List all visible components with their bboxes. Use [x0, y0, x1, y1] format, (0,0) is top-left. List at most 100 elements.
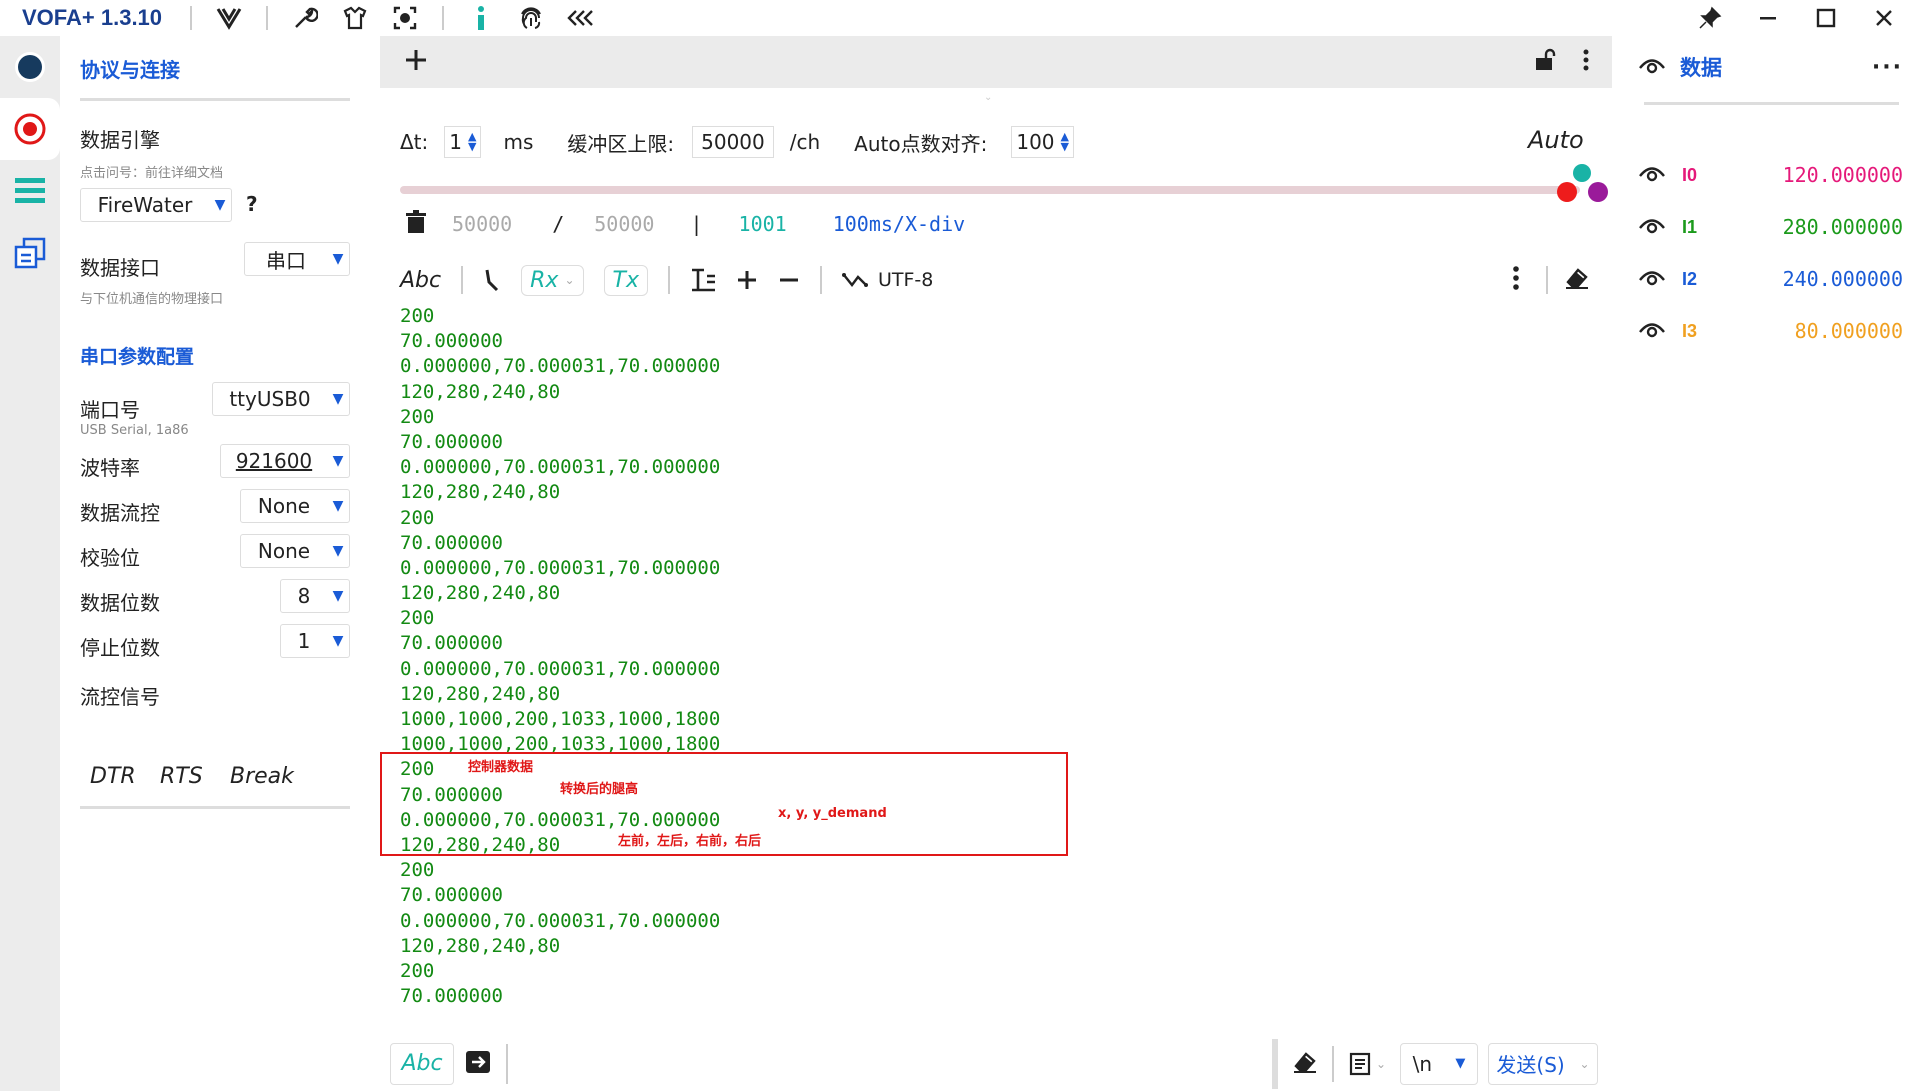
wrench-icon[interactable] [290, 3, 320, 33]
eye-icon[interactable] [1638, 55, 1666, 79]
console-line: 0.000000,70.000031,70.000000 [400, 355, 721, 378]
baud-dropdown[interactable]: 921600 ▼ [220, 444, 350, 478]
text-mode-button[interactable]: Abc [400, 268, 441, 293]
toolbar-divider [190, 6, 192, 30]
clear-input-icon[interactable] [1292, 1050, 1318, 1078]
baud-value: 921600 [235, 449, 313, 473]
info-icon[interactable] [466, 3, 496, 33]
main-area: ⌄ Δt: 1 ▲ ▼ ms 缓冲区上限: 50000 /ch Auto点数对齐:… [380, 36, 1612, 1091]
console-line: 120,280,240,80 [400, 380, 561, 403]
console-line: 200 [400, 305, 435, 327]
console-line: 0.000000,70.000031,70.000000 [400, 657, 721, 680]
trash-icon[interactable] [404, 209, 428, 240]
zoom-in-icon[interactable] [736, 269, 758, 291]
buffer-label: 缓冲区上限: [567, 131, 675, 156]
toolbar-divider [1546, 266, 1548, 294]
encoding-icon[interactable] [841, 269, 868, 291]
rts-toggle[interactable]: RTS [160, 764, 203, 789]
port-dropdown[interactable]: ttyUSB0 ▼ [212, 382, 350, 416]
sidebar-item-protocol[interactable] [0, 98, 60, 160]
send-mode-button[interactable]: Abc [390, 1042, 454, 1085]
app-title: VOFA+ 1.3.10 [22, 5, 163, 30]
send-file-icon[interactable] [464, 1049, 492, 1079]
port-label: 端口号 [80, 398, 140, 422]
maximize-icon[interactable] [1811, 3, 1841, 33]
databits-value: 8 [297, 584, 311, 608]
history-button[interactable]: ⌄ [1348, 1051, 1386, 1077]
parity-dropdown[interactable]: None ▼ [240, 534, 350, 568]
buffer-input[interactable]: 50000 [692, 126, 774, 158]
eye-icon[interactable] [1638, 319, 1666, 343]
channel-row[interactable]: I3 80.000000 [1638, 314, 1903, 348]
channel-row[interactable]: I0 120.000000 [1638, 158, 1903, 192]
chevron-down-icon: ▼ [332, 391, 344, 407]
console-more-icon[interactable] [1512, 265, 1520, 295]
zoom-out-icon[interactable] [778, 269, 800, 291]
stats-divider: | [690, 212, 703, 236]
shirt-icon[interactable] [340, 3, 370, 33]
eye-icon[interactable] [1638, 267, 1666, 291]
rx-toggle[interactable]: Rx ⌄ [521, 264, 584, 296]
tab-more-icon[interactable] [1582, 48, 1590, 76]
align-spinbox[interactable]: 100 ▲ ▼ [1011, 126, 1075, 158]
close-icon[interactable] [1869, 3, 1899, 33]
vofa-logo-icon[interactable] [214, 3, 244, 33]
slider-handle-icon[interactable] [1556, 162, 1610, 212]
console-line: 0.000000,70.000031,70.000000 [400, 456, 721, 479]
cursor-icon[interactable] [483, 268, 501, 292]
drag-handle-icon[interactable]: ⌄ [984, 92, 992, 103]
interface-hint: 与下位机通信的物理接口 [80, 292, 224, 307]
encoding-selector[interactable]: UTF-8 [878, 269, 933, 291]
stopbits-dropdown[interactable]: 1 ▼ [280, 624, 350, 658]
console-toolbar: Abc Rx ⌄ Tx UTF-8 [400, 258, 1590, 302]
sidebar-item-commands[interactable] [0, 160, 60, 222]
lock-icon[interactable] [1534, 48, 1556, 76]
pin-icon[interactable] [1695, 3, 1725, 33]
buffer-value: 50000 [701, 130, 765, 154]
buffer-status-row: 50000 / 50000 | 1001 100ms/X-div [404, 204, 965, 244]
capture-icon[interactable] [390, 3, 420, 33]
eye-icon[interactable] [1638, 163, 1666, 187]
buffer-count: 50000 [452, 212, 513, 236]
input-splitter[interactable] [1271, 1038, 1278, 1089]
add-tab-button[interactable] [404, 48, 428, 76]
tx-toggle[interactable]: Tx [603, 264, 648, 296]
flow-dropdown[interactable]: None ▼ [240, 489, 350, 523]
parity-value: None [257, 539, 311, 563]
collapse-icon[interactable] [566, 3, 596, 33]
data-panel-more-icon[interactable]: ··· [1872, 55, 1903, 80]
eye-icon[interactable] [1638, 215, 1666, 239]
channel-row[interactable]: I1 280.000000 [1638, 210, 1903, 244]
minimize-icon[interactable] [1753, 3, 1783, 33]
databits-label: 数据位数 [80, 591, 160, 615]
connect-status-button[interactable] [0, 36, 60, 98]
chevron-down-icon: ⌄ [1375, 1056, 1386, 1071]
interface-dropdown[interactable]: 串口 ▼ [244, 242, 350, 276]
annotation-leg-height: 转换后的腿高 [560, 782, 639, 797]
channel-value: 120.000000 [1782, 163, 1903, 187]
clear-console-icon[interactable] [1564, 266, 1590, 294]
console-line: 200 [400, 506, 435, 529]
dt-spinbox[interactable]: 1 ▲ ▼ [444, 126, 482, 158]
newline-dropdown[interactable]: \n ▼ [1400, 1042, 1478, 1085]
buffer-slider-track[interactable] [400, 186, 1580, 194]
console-output[interactable]: 200 70.000000 0.000000,70.000031,70.000000… [400, 304, 1590, 1044]
send-button[interactable]: 发送(S) ⌄ [1488, 1042, 1598, 1085]
engine-dropdown[interactable]: FireWater ▼ [80, 188, 232, 222]
toolbar-divider [266, 6, 268, 30]
console-line: 70.000000 [400, 985, 503, 1008]
break-toggle[interactable]: Break [230, 764, 294, 789]
baud-label: 波特率 [80, 456, 140, 480]
auto-mode-toggle[interactable]: Auto [1528, 126, 1584, 154]
databits-dropdown[interactable]: 8 ▼ [280, 579, 350, 613]
send-label: 发送(S) [1496, 1053, 1565, 1077]
engine-help-button[interactable]: ? [246, 192, 258, 216]
chevron-down-icon: ▼ [332, 251, 344, 267]
channel-row[interactable]: I2 240.000000 [1638, 262, 1903, 296]
dtr-toggle[interactable]: DTR [90, 764, 136, 789]
channel-value: 240.000000 [1782, 267, 1903, 291]
fingerprint-icon[interactable] [516, 3, 546, 33]
sidebar-item-widgets[interactable] [0, 222, 60, 284]
text-format-icon[interactable] [690, 267, 716, 293]
interface-label: 数据接口 [80, 256, 160, 280]
